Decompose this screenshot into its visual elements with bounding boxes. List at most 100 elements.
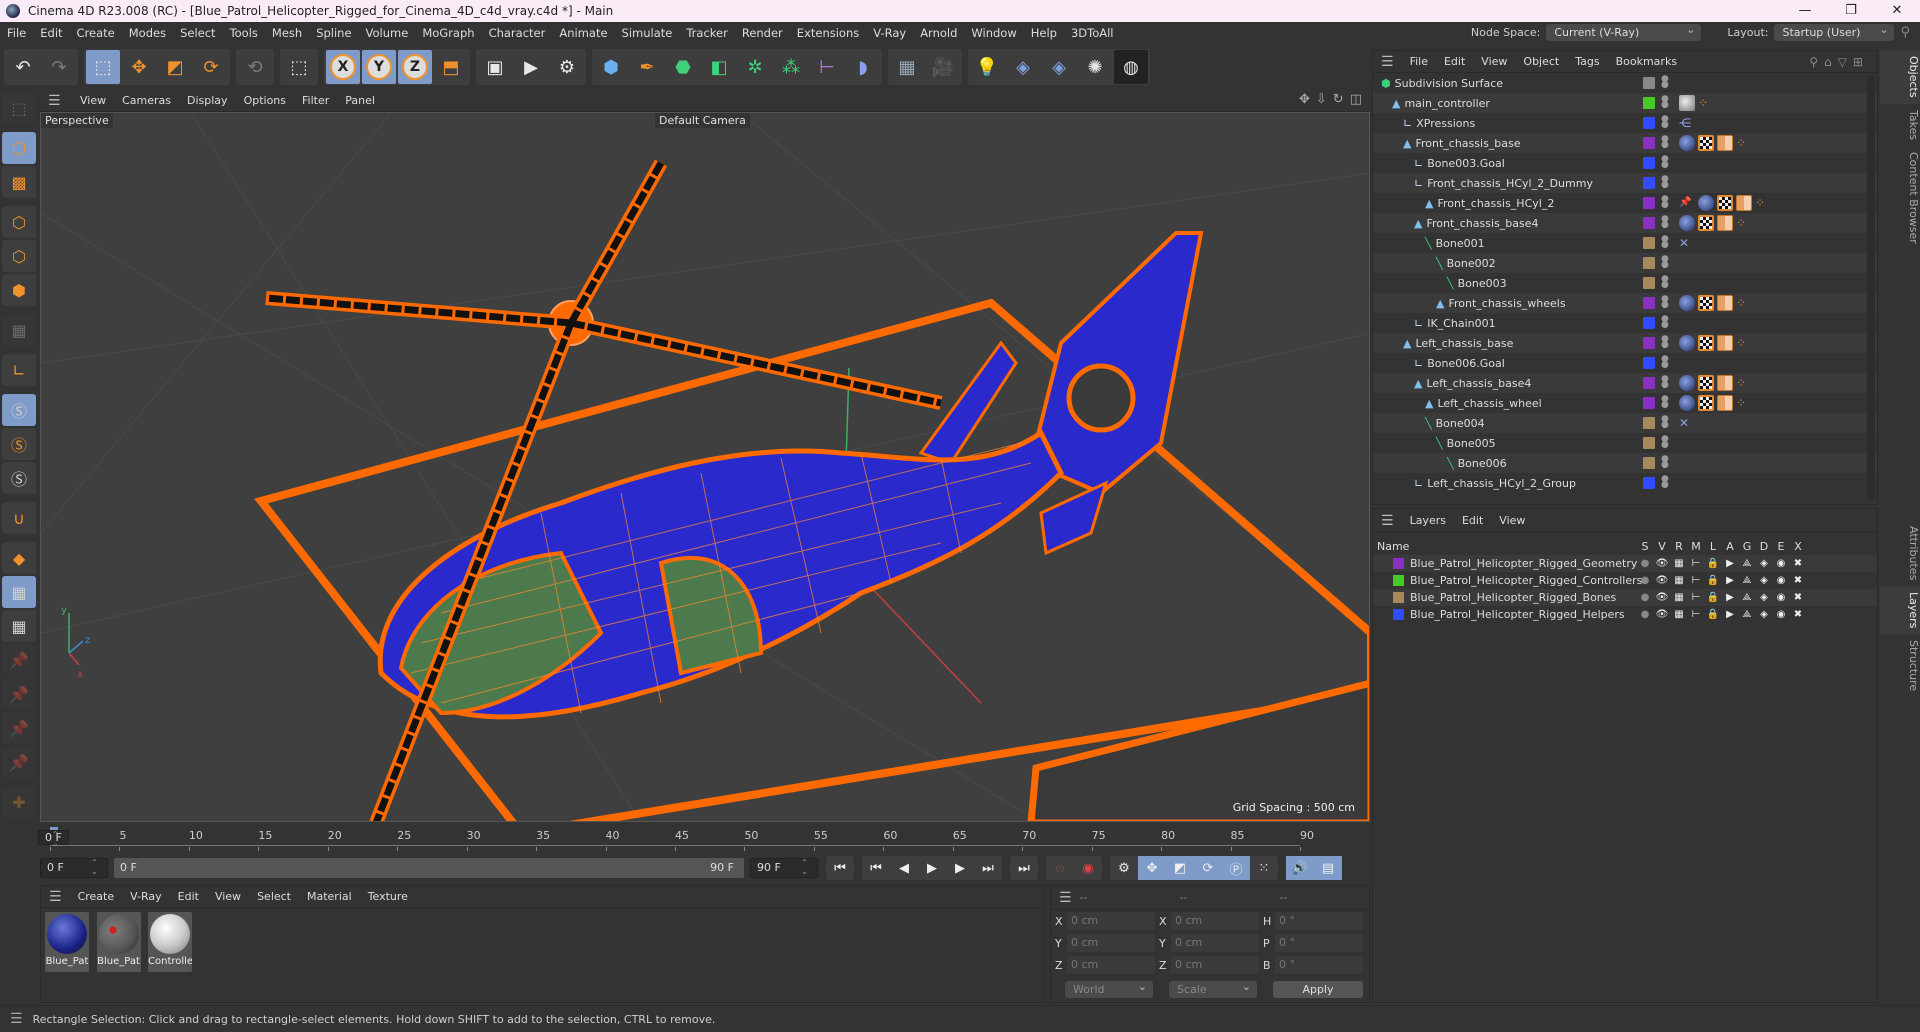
- visibility-dots-icon[interactable]: ● ●: [1661, 375, 1669, 390]
- object-menu-view[interactable]: View: [1473, 55, 1515, 68]
- add-bone-button[interactable]: ✚: [2, 786, 36, 818]
- layer-color-swatch[interactable]: [1643, 377, 1655, 389]
- coordinate-system-button[interactable]: ⬒: [434, 50, 468, 84]
- layer-flag-header[interactable]: V: [1655, 540, 1669, 553]
- animation-icon[interactable]: ▶: [1723, 592, 1737, 603]
- object-menu-object[interactable]: Object: [1515, 55, 1567, 68]
- layers-menu-edit[interactable]: Edit: [1454, 514, 1491, 527]
- subdivision-button[interactable]: ⬣: [666, 50, 700, 84]
- render-settings-button[interactable]: ⚙: [550, 50, 584, 84]
- menu-character[interactable]: Character: [482, 26, 553, 40]
- object-row[interactable]: ▲ Front_chassis_base ● ● ⁘: [1373, 133, 1877, 153]
- layer-color-swatch[interactable]: [1643, 417, 1655, 429]
- hamburger-icon[interactable]: ☰: [1381, 54, 1394, 70]
- layer-flag-header[interactable]: S: [1638, 540, 1652, 553]
- uv-tag-icon[interactable]: [1736, 195, 1752, 211]
- uv-tag-icon[interactable]: [1717, 295, 1733, 311]
- layer-flag-header[interactable]: D: [1757, 540, 1771, 553]
- layer-color-swatch[interactable]: [1643, 197, 1655, 209]
- rotate-view-icon[interactable]: ↻: [1333, 92, 1344, 107]
- xref-icon[interactable]: ✖: [1791, 558, 1805, 569]
- coordinate-mode-dropdown[interactable]: Scale: [1169, 978, 1257, 998]
- tab-takes[interactable]: Takes: [1880, 104, 1920, 146]
- xref-icon[interactable]: ✖: [1791, 609, 1805, 620]
- render-icon[interactable]: ▦: [1672, 609, 1686, 620]
- chk-tag-icon[interactable]: [1698, 215, 1714, 231]
- xpresso-tag-icon[interactable]: ⋲: [1679, 115, 1695, 131]
- toggle-view-icon[interactable]: ◫: [1350, 92, 1362, 107]
- plugin-gear-button[interactable]: ✺: [1078, 50, 1112, 84]
- menu-simulate[interactable]: Simulate: [615, 26, 680, 40]
- visibility-dots-icon[interactable]: ● ●: [1661, 355, 1669, 370]
- expression-icon[interactable]: ◉: [1774, 575, 1788, 586]
- layers-menu-layers[interactable]: Layers: [1402, 514, 1454, 527]
- render-icon[interactable]: ▦: [1672, 592, 1686, 603]
- object-row[interactable]: ▲ Front_chassis_HCyl_2 ● ● 📌 ⁘: [1373, 193, 1877, 213]
- align-workplane-button[interactable]: ▦: [2, 610, 36, 642]
- manager-icon[interactable]: ⊢: [1689, 575, 1703, 586]
- layer-color-swatch[interactable]: [1643, 357, 1655, 369]
- viewport-menu-panel[interactable]: Panel: [337, 94, 383, 107]
- workplane-button[interactable]: ◆: [2, 542, 36, 574]
- chk-tag-icon[interactable]: [1698, 135, 1714, 151]
- key-pla-button[interactable]: ⁙: [1250, 856, 1278, 880]
- ik-tag-icon[interactable]: ⁘: [1736, 375, 1752, 391]
- object-menu-edit[interactable]: Edit: [1436, 55, 1473, 68]
- key-parameter-button[interactable]: Ⓟ: [1222, 856, 1250, 880]
- undo-button[interactable]: ↶: [6, 50, 40, 84]
- texture-mode-button[interactable]: ▩: [2, 166, 36, 198]
- selection-filter-button[interactable]: ⬚: [282, 50, 316, 84]
- object-row[interactable]: ∟ IK_Chain001 ● ●: [1373, 313, 1877, 333]
- deformer-icon[interactable]: ◈: [1757, 575, 1771, 586]
- object-row[interactable]: ╲ Bone002 ● ●: [1373, 253, 1877, 273]
- layer-row[interactable]: Blue_Patrol_Helicopter_Rigged_Bones ● 👁 ▦ ⊢ 🔒…: [1373, 589, 1877, 606]
- lock-icon[interactable]: 🔒: [1706, 558, 1720, 569]
- animation-icon[interactable]: ▶: [1723, 609, 1737, 620]
- tab-objects[interactable]: Objects: [1880, 50, 1920, 104]
- search-icon[interactable]: ⚲: [1809, 55, 1824, 69]
- layer-color-swatch[interactable]: [1393, 592, 1404, 603]
- object-row[interactable]: ▲ Left_chassis_base4 ● ● ⁘: [1373, 373, 1877, 393]
- deformer-button[interactable]: ⊢: [810, 50, 844, 84]
- layer-flag-header[interactable]: E: [1774, 540, 1788, 553]
- light-button[interactable]: 💡: [970, 50, 1004, 84]
- current-frame-field[interactable]: 0 F: [38, 830, 69, 845]
- menu-vray[interactable]: V-Ray: [866, 26, 913, 40]
- key-position-button[interactable]: ✥: [1138, 856, 1166, 880]
- frame-range-slider[interactable]: 0 F 90 F: [114, 858, 744, 878]
- ik-tag-icon[interactable]: ⁘: [1736, 335, 1752, 351]
- solo-icon[interactable]: ●: [1638, 592, 1652, 603]
- layers-menu-view[interactable]: View: [1491, 514, 1533, 527]
- visibility-dots-icon[interactable]: ● ●: [1661, 335, 1669, 350]
- camera-button[interactable]: 🎥: [926, 50, 960, 84]
- ik-tag-icon[interactable]: ⁘: [1736, 215, 1752, 231]
- hamburger-icon[interactable]: ☰: [49, 889, 62, 905]
- layer-color-swatch[interactable]: [1393, 575, 1404, 586]
- minimize-button[interactable]: —: [1782, 0, 1828, 22]
- visibility-dots-icon[interactable]: ● ●: [1661, 275, 1669, 290]
- chk-tag-icon[interactable]: [1698, 375, 1714, 391]
- uv-tag-icon[interactable]: [1717, 215, 1733, 231]
- visibility-dots-icon[interactable]: ● ●: [1661, 455, 1669, 470]
- material-menu-create[interactable]: Create: [70, 890, 123, 903]
- add-icon[interactable]: ⊞: [1853, 55, 1869, 69]
- viewport-menu-view[interactable]: View: [72, 94, 114, 107]
- close-button[interactable]: ✕: [1874, 0, 1920, 22]
- visibility-dots-icon[interactable]: ● ●: [1661, 295, 1669, 310]
- menu-volume[interactable]: Volume: [359, 26, 416, 40]
- object-row[interactable]: ∟ Bone003.Goal ● ●: [1373, 153, 1877, 173]
- lock-icon[interactable]: 🔒: [1706, 609, 1720, 620]
- visibility-dots-icon[interactable]: ● ●: [1661, 95, 1669, 110]
- sound-button[interactable]: 🔊: [1286, 856, 1314, 880]
- layer-flag-header[interactable]: R: [1672, 540, 1686, 553]
- layer-color-swatch[interactable]: [1643, 437, 1655, 449]
- lock-workplane-button[interactable]: ▦: [2, 576, 36, 608]
- visibility-dots-icon[interactable]: ● ●: [1661, 395, 1669, 410]
- size-x-field[interactable]: 0 cm: [1171, 912, 1259, 930]
- next-key-button[interactable]: ⏭: [974, 856, 1002, 880]
- expression-icon[interactable]: ◉: [1774, 609, 1788, 620]
- zoom-view-icon[interactable]: ⇩: [1316, 92, 1327, 107]
- layer-color-swatch[interactable]: [1643, 237, 1655, 249]
- uv-tag-icon[interactable]: [1717, 395, 1733, 411]
- ik-tag-icon[interactable]: ⁘: [1698, 95, 1714, 111]
